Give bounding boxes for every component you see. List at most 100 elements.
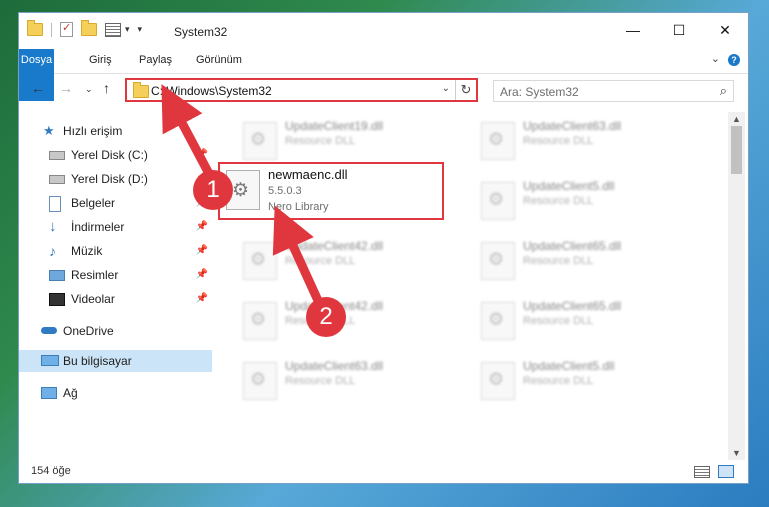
file-name: newmaenc.dll <box>268 167 348 182</box>
properties-icon[interactable] <box>60 21 73 37</box>
pin-icon[interactable]: 📌 <box>196 264 208 286</box>
list-item[interactable]: UpdateClient5.dll Resource DLL <box>475 356 700 408</box>
chevron-down-icon[interactable]: ⌄ <box>442 83 450 94</box>
ribbon-tabs: Dosya Giriş Paylaş Görünüm ⌄ ? <box>19 47 748 101</box>
dll-file-icon <box>243 122 277 160</box>
chevron-down-icon[interactable]: ▾ <box>125 24 130 35</box>
scroll-up-icon[interactable]: ▲ <box>732 114 741 124</box>
file-type: Resource DLL <box>523 255 594 267</box>
sidebar-item-label: Ağ <box>63 386 78 400</box>
search-icon[interactable]: ⌕ <box>720 83 727 99</box>
list-item[interactable]: UpdateClient5.dll Resource DLL <box>475 176 700 228</box>
sidebar-item-videos[interactable]: Videolar 📌 <box>19 288 212 310</box>
sidebar-item-this-pc[interactable]: Bu bilgisayar <box>19 350 212 372</box>
file-name: UpdateClient63.dll <box>285 359 384 373</box>
pin-icon[interactable]: 📌 <box>196 240 208 262</box>
minimize-button[interactable]: — <box>610 13 656 47</box>
dll-file-icon <box>481 242 515 280</box>
address-path[interactable]: C:\Windows\System32 <box>151 84 272 98</box>
scroll-down-icon[interactable]: ▼ <box>732 448 741 458</box>
drive-icon <box>49 151 65 160</box>
window-title: System32 <box>174 25 228 39</box>
folder-icon <box>133 82 149 98</box>
refresh-icon[interactable]: ↻ <box>455 80 476 100</box>
sidebar-item-label: OneDrive <box>63 324 114 338</box>
file-type: Resource DLL <box>285 135 356 147</box>
file-name: UpdateClient5.dll <box>523 359 615 373</box>
sidebar-item-label: Yerel Disk (D:) <box>71 172 148 186</box>
address-bar[interactable]: C:\Windows\System32 ⌄ ↻ <box>125 78 478 102</box>
search-input[interactable]: Ara: System32 ⌕ <box>493 80 734 102</box>
list-item[interactable]: UpdateClient63.dll Resource DLL <box>475 116 700 168</box>
star-icon: ★ <box>43 123 55 138</box>
sidebar-item-music[interactable]: ♪ Müzik 📌 <box>19 240 212 262</box>
tab-view[interactable]: Görünüm <box>186 49 252 71</box>
list-item[interactable]: UpdateClient42.dll Resource DLL <box>237 296 462 348</box>
up-arrow-icon[interactable]: ↑ <box>103 80 110 96</box>
file-type: Resource DLL <box>285 255 356 267</box>
sidebar-item-quick-access[interactable]: ★ Hızlı erişim <box>19 120 212 142</box>
file-type: Resource DLL <box>285 375 356 387</box>
dll-file-icon <box>481 362 515 400</box>
sidebar-item-label: Bu bilgisayar <box>63 354 132 368</box>
pin-icon[interactable]: 📌 <box>196 288 208 310</box>
back-arrow-icon[interactable]: ← <box>31 80 45 96</box>
file-version: 5.5.0.3 <box>268 185 302 197</box>
sidebar-item-label: İndirmeler <box>71 220 125 234</box>
forward-arrow-icon[interactable]: → <box>59 80 73 96</box>
explorer-window: ▾ ▾ System32 — ☐ ✕ Dosya Giriş Paylaş Gö… <box>18 12 749 484</box>
sidebar-item-drive-d[interactable]: Yerel Disk (D:) 📌 <box>19 168 212 190</box>
search-placeholder: Ara: System32 <box>500 85 579 99</box>
list-item[interactable]: UpdateClient63.dll Resource DLL <box>237 356 462 408</box>
cloud-icon <box>41 327 57 334</box>
file-name: UpdateClient19.dll <box>285 119 384 133</box>
large-icons-view-icon[interactable] <box>718 465 734 478</box>
videos-icon <box>49 293 65 306</box>
sidebar-item-label: Hızlı erişim <box>63 124 123 138</box>
divider <box>51 22 52 37</box>
maximize-button[interactable]: ☐ <box>656 13 702 47</box>
dll-file-icon <box>243 362 277 400</box>
sidebar-item-label: Resimler <box>71 268 119 282</box>
sidebar-item-label: Videolar <box>71 292 115 306</box>
recent-locations-icon[interactable]: ⌄ <box>85 84 93 95</box>
file-name: UpdateClient63.dll <box>523 119 622 133</box>
new-folder-icon[interactable] <box>81 20 97 36</box>
sidebar-item-drive-c[interactable]: Yerel Disk (C:) 📌 <box>19 144 212 166</box>
help-icon[interactable]: ? <box>728 54 740 66</box>
sidebar-item-downloads[interactable]: ↓ İndirmeler 📌 <box>19 216 212 238</box>
sidebar-item-pictures[interactable]: Resimler 📌 <box>19 264 212 286</box>
navigation-bar: ← → ⌄ ↑ C:\Windows\System32 ⌄ ↻ Ara: Sys… <box>19 75 748 105</box>
details-view-icon[interactable] <box>694 466 710 478</box>
list-item[interactable]: UpdateClient65.dll Resource DLL <box>475 296 700 348</box>
computer-icon <box>41 355 59 366</box>
tab-home[interactable]: Giriş <box>79 49 122 71</box>
music-icon: ♪ <box>49 243 56 259</box>
file-type: Resource DLL <box>523 135 594 147</box>
vertical-scrollbar[interactable]: ▲ ▼ <box>728 112 745 460</box>
list-item[interactable]: UpdateClient19.dll Resource DLL <box>237 116 462 168</box>
documents-icon <box>49 196 61 212</box>
list-item[interactable]: UpdateClient42.dll Resource DLL <box>237 236 462 288</box>
pin-icon[interactable]: 📌 <box>196 144 208 166</box>
highlighted-file-newmaenc[interactable]: newmaenc.dll 5.5.0.3 Nero Library <box>218 162 444 220</box>
file-type: Resource DLL <box>523 195 594 207</box>
pin-icon[interactable]: 📌 <box>196 216 208 238</box>
ribbon-expand-icon[interactable]: ⌄ <box>711 52 720 65</box>
list-item[interactable]: UpdateClient65.dll Resource DLL <box>475 236 700 288</box>
item-count: 154 öğe <box>31 465 71 477</box>
sidebar-item-network[interactable]: Ağ <box>19 382 212 404</box>
view-icon[interactable] <box>105 22 121 37</box>
customize-toolbar-icon[interactable]: ▾ <box>138 24 143 35</box>
file-description: Nero Library <box>268 201 329 213</box>
scroll-thumb[interactable] <box>731 126 742 174</box>
close-button[interactable]: ✕ <box>702 13 748 47</box>
dll-file-icon <box>243 302 277 340</box>
sidebar-item-documents[interactable]: Belgeler 📌 <box>19 192 212 214</box>
step-badge-1: 1 <box>193 170 233 210</box>
tab-share[interactable]: Paylaş <box>129 49 182 71</box>
sidebar-item-label: Belgeler <box>71 196 116 210</box>
file-name: UpdateClient5.dll <box>523 179 615 193</box>
sidebar-item-onedrive[interactable]: OneDrive <box>19 320 212 342</box>
title-bar: ▾ ▾ System32 — ☐ ✕ <box>19 13 748 47</box>
